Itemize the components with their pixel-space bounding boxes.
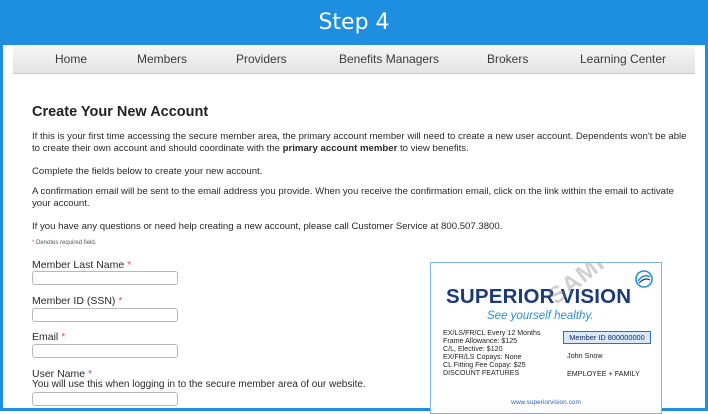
card-benefit-lines: EX/LS/FR/CL Every 12 Months Frame Allowa… <box>443 329 541 377</box>
username-input[interactable] <box>32 392 178 406</box>
intro-paragraph-3: A confirmation email will be sent to the… <box>32 186 675 209</box>
nav-learning-center[interactable]: Learning Center <box>580 52 666 66</box>
member-id-input[interactable] <box>32 308 178 322</box>
nav-home[interactable]: Home <box>55 52 87 66</box>
nav-brokers[interactable]: Brokers <box>487 52 528 66</box>
card-tagline: See yourself healthy. <box>487 310 594 322</box>
intro-paragraph-1: If this is your first time accessing the… <box>32 131 687 154</box>
step-title: Step 4 <box>318 10 390 35</box>
intro-text-end: to view benefits. <box>397 142 469 154</box>
card-line: DISCOUNT FEATURES <box>443 368 520 377</box>
email-label-text: Email <box>32 331 59 343</box>
card-url: www.superiorvision.com <box>511 399 581 406</box>
email-input[interactable] <box>32 344 178 358</box>
required-asterisk: * <box>61 331 66 343</box>
intro-paragraph-4: If you have any questions or need help c… <box>32 221 503 232</box>
card-coverage: EMPLOYEE + FAMILY <box>567 369 640 378</box>
intro-paragraph-2: Complete the fields below to create your… <box>32 166 263 177</box>
required-note-text: Denotes required field. <box>34 240 97 246</box>
primary-account-member-emphasis: primary account member <box>282 142 398 154</box>
required-asterisk: * <box>127 259 132 271</box>
nav-benefits-managers[interactable]: Benefits Managers <box>339 52 439 66</box>
swirl-logo-icon <box>635 270 653 288</box>
member-id-label-text: Member ID (SSN) <box>32 295 116 307</box>
top-nav: Home Members Providers Benefits Managers… <box>13 45 695 74</box>
last-name-label: Member Last Name * <box>32 259 131 271</box>
card-member-id: Member ID 800000000 <box>563 331 651 344</box>
username-hint: You will use this when logging in to the… <box>32 379 366 390</box>
card-brand: SUPERIOR VISION <box>446 285 632 308</box>
member-id-label: Member ID (SSN) * <box>32 295 122 307</box>
nav-members[interactable]: Members <box>137 52 187 66</box>
required-note: * Denotes required field. <box>32 240 96 246</box>
step-banner: Step 4 <box>3 0 705 45</box>
last-name-label-text: Member Last Name <box>32 259 125 271</box>
nav-providers[interactable]: Providers <box>236 52 287 66</box>
page-title: Create Your New Account <box>32 104 209 120</box>
sample-member-card: SUPERIOR VISION See yourself healthy. EX… <box>430 262 662 414</box>
required-asterisk: * <box>118 295 123 307</box>
card-holder-name: John Snow <box>567 351 603 360</box>
email-label: Email * <box>32 331 65 343</box>
last-name-input[interactable] <box>32 271 178 285</box>
